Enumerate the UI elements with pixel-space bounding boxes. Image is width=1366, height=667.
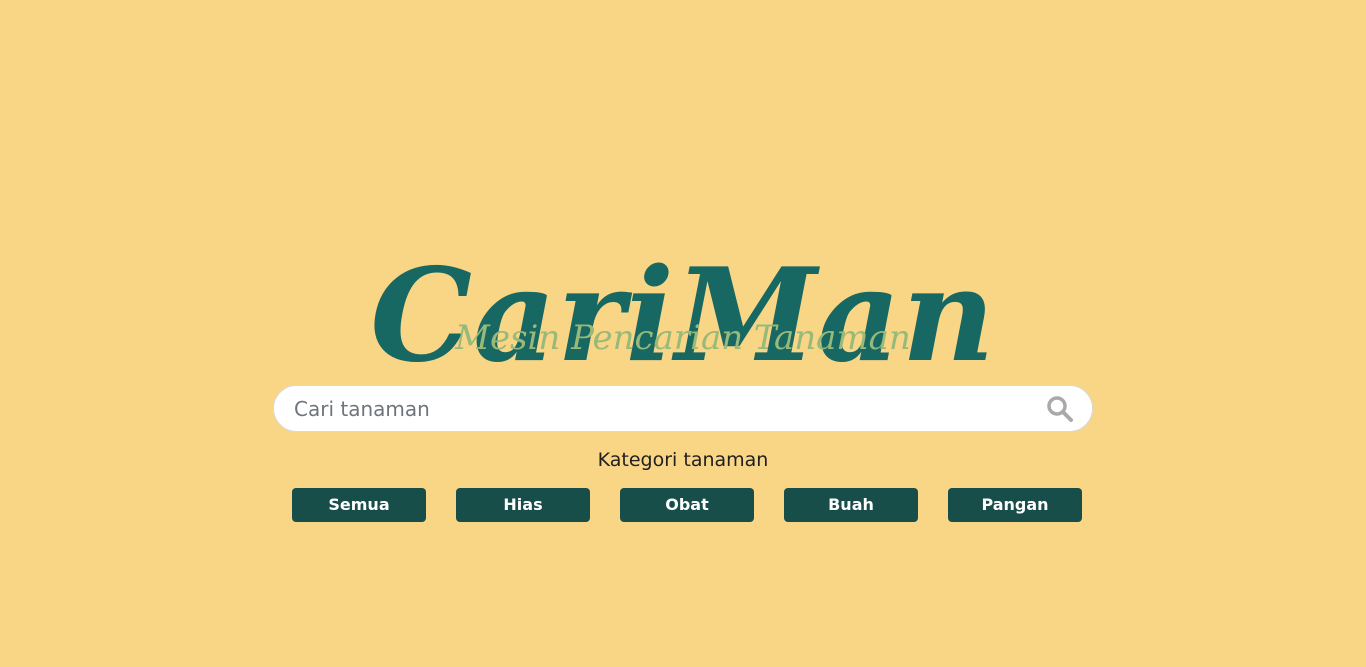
search-input[interactable]: [294, 386, 1034, 431]
category-button-hias[interactable]: Hias: [456, 488, 590, 522]
category-section-label: Kategori tanaman: [597, 449, 769, 471]
search-bar[interactable]: [273, 385, 1093, 432]
category-button-pangan[interactable]: Pangan: [948, 488, 1082, 522]
site-tagline: Mesin Pencarian Tanaman: [455, 318, 911, 358]
category-button-semua[interactable]: Semua: [292, 488, 426, 522]
landing-page: CariMan Mesin Pencarian Tanaman Kategori…: [0, 0, 1366, 667]
category-button-buah[interactable]: Buah: [784, 488, 918, 522]
search-icon[interactable]: [1046, 395, 1074, 423]
category-button-obat[interactable]: Obat: [620, 488, 754, 522]
category-button-group: Semua Hias Obat Buah Pangan: [292, 488, 1082, 522]
